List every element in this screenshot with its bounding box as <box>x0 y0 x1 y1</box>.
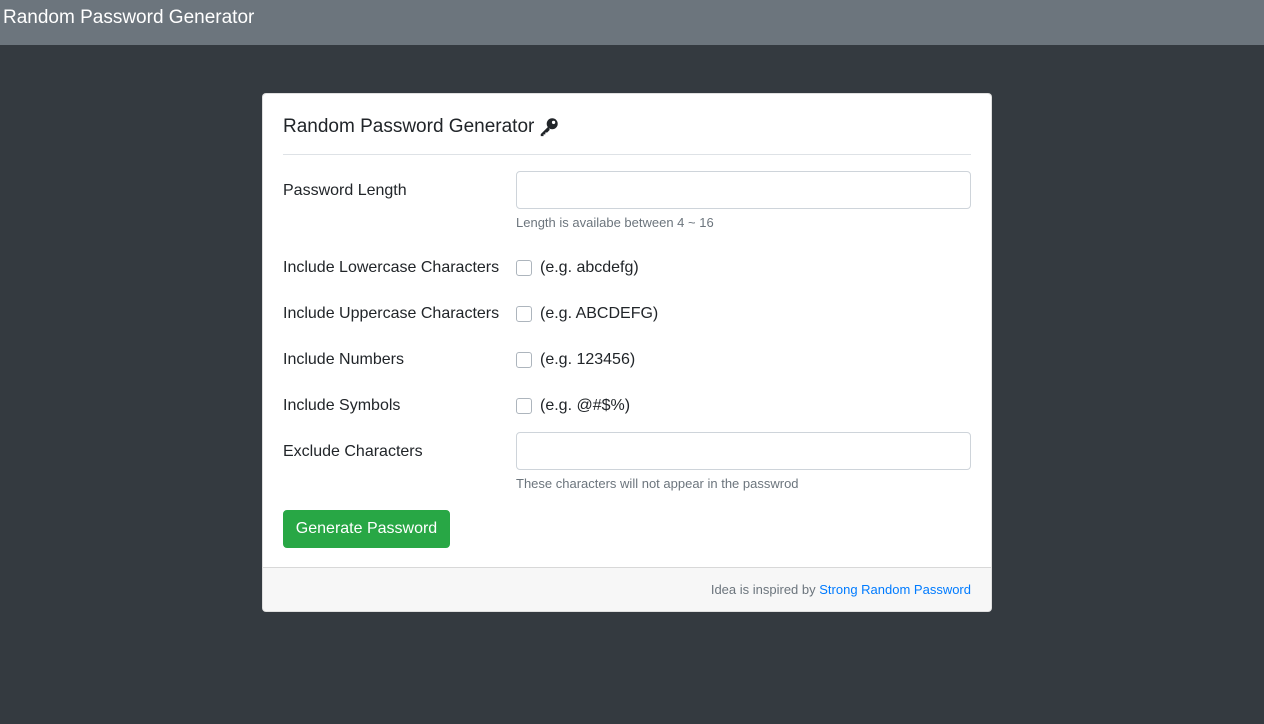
card-title: Random Password Generator <box>283 115 560 139</box>
numbers-option: (e.g. 123456) <box>516 350 635 370</box>
lowercase-option: (e.g. abcdefg) <box>516 258 639 278</box>
symbols-example[interactable]: (e.g. @#$%) <box>540 396 630 416</box>
lowercase-example[interactable]: (e.g. abcdefg) <box>540 258 639 278</box>
footer-credit: Idea is inspired by Strong Random Passwo… <box>711 582 971 598</box>
card-footer: Idea is inspired by Strong Random Passwo… <box>263 567 991 611</box>
uppercase-label: Include Uppercase Characters <box>283 305 500 322</box>
lowercase-label: Include Lowercase Characters <box>283 259 500 276</box>
uppercase-example[interactable]: (e.g. ABCDEFG) <box>540 304 658 324</box>
numbers-checkbox[interactable] <box>516 352 532 368</box>
password-length-label: Password Length <box>283 182 407 199</box>
strong-random-password-link[interactable]: Strong Random Password <box>819 582 971 597</box>
generate-password-button[interactable]: Generate Password <box>283 510 450 548</box>
top-navbar: Random Password Generator <box>0 0 1264 45</box>
password-length-help: Length is availabe between 4 ~ 16 <box>516 215 714 230</box>
symbols-option: (e.g. @#$%) <box>516 396 630 416</box>
uppercase-checkbox[interactable] <box>516 306 532 322</box>
numbers-label: Include Numbers <box>283 351 404 368</box>
uppercase-option: (e.g. ABCDEFG) <box>516 304 658 324</box>
exclude-characters-input[interactable] <box>516 432 971 470</box>
password-generator-card: Random Password Generator Password Lengt… <box>262 93 992 612</box>
key-icon <box>541 118 559 137</box>
exclude-characters-help: These characters will not appear in the … <box>516 476 799 491</box>
symbols-label: Include Symbols <box>283 397 401 414</box>
footer-credit-text: Idea is inspired by <box>710 582 816 597</box>
exclude-characters-label: Exclude Characters <box>283 443 423 460</box>
numbers-example[interactable]: (e.g. 123456) <box>540 350 635 370</box>
password-length-input[interactable] <box>516 171 971 209</box>
lowercase-checkbox[interactable] <box>516 260 532 276</box>
symbols-checkbox[interactable] <box>516 398 532 414</box>
navbar-brand[interactable]: Random Password Generator <box>3 6 254 30</box>
card-title-text: Random Password Generator <box>283 116 535 137</box>
title-divider <box>283 154 971 155</box>
